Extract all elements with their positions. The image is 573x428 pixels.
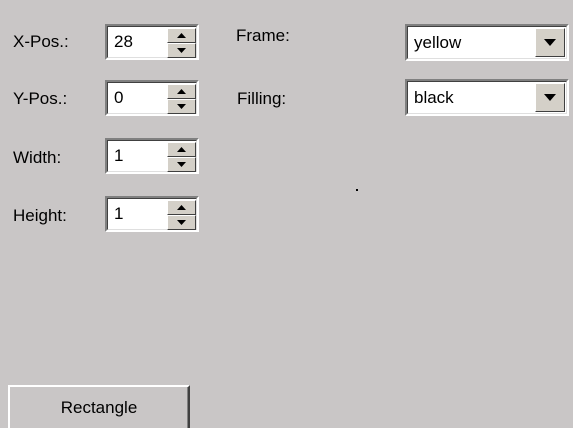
height-decrement-button[interactable] [167, 215, 196, 230]
height-stepper[interactable]: 1 [105, 196, 199, 232]
rectangle-button[interactable]: Rectangle [8, 385, 190, 428]
chevron-down-icon [544, 94, 556, 101]
filling-label: Filling: [237, 89, 287, 108]
width-decrement-button[interactable] [167, 157, 196, 172]
arrow-down-icon [177, 162, 186, 167]
arrow-up-icon [177, 147, 186, 152]
width-label: Width: [13, 148, 62, 167]
y-pos-decrement-button[interactable] [167, 99, 196, 114]
width-value[interactable]: 1 [114, 146, 123, 166]
filling-dropdown-button[interactable] [535, 83, 565, 112]
y-pos-increment-button[interactable] [167, 84, 196, 99]
y-pos-stepper[interactable]: 0 [105, 80, 199, 116]
width-stepper[interactable]: 1 [105, 138, 199, 174]
height-increment-button[interactable] [167, 200, 196, 215]
y-pos-label: Y-Pos.: [13, 89, 68, 108]
rectangle-button-label: Rectangle [60, 397, 138, 417]
x-pos-label: X-Pos.: [13, 32, 69, 51]
frame-label: Frame: [236, 26, 290, 45]
arrow-up-icon [177, 89, 186, 94]
filling-color-value[interactable]: black [414, 88, 454, 108]
height-label: Height: [13, 206, 67, 225]
height-value[interactable]: 1 [114, 204, 123, 224]
arrow-up-icon [177, 205, 186, 210]
arrow-up-icon [177, 33, 186, 38]
shape-settings-panel: X-Pos.: 28 Y-Pos.: 0 Width: 1 Height: 1 [0, 0, 573, 428]
chevron-down-icon [544, 39, 556, 46]
arrow-down-icon [177, 48, 186, 53]
filling-color-select[interactable]: black [405, 79, 569, 116]
preview-dot [356, 189, 358, 191]
y-pos-value[interactable]: 0 [114, 88, 123, 108]
arrow-down-icon [177, 220, 186, 225]
x-pos-value[interactable]: 28 [114, 32, 133, 52]
frame-color-select[interactable]: yellow [405, 24, 569, 61]
x-pos-increment-button[interactable] [167, 28, 196, 43]
frame-color-value[interactable]: yellow [414, 33, 461, 53]
width-increment-button[interactable] [167, 142, 196, 157]
frame-dropdown-button[interactable] [535, 28, 565, 57]
arrow-down-icon [177, 104, 186, 109]
x-pos-stepper[interactable]: 28 [105, 24, 199, 60]
x-pos-decrement-button[interactable] [167, 43, 196, 58]
